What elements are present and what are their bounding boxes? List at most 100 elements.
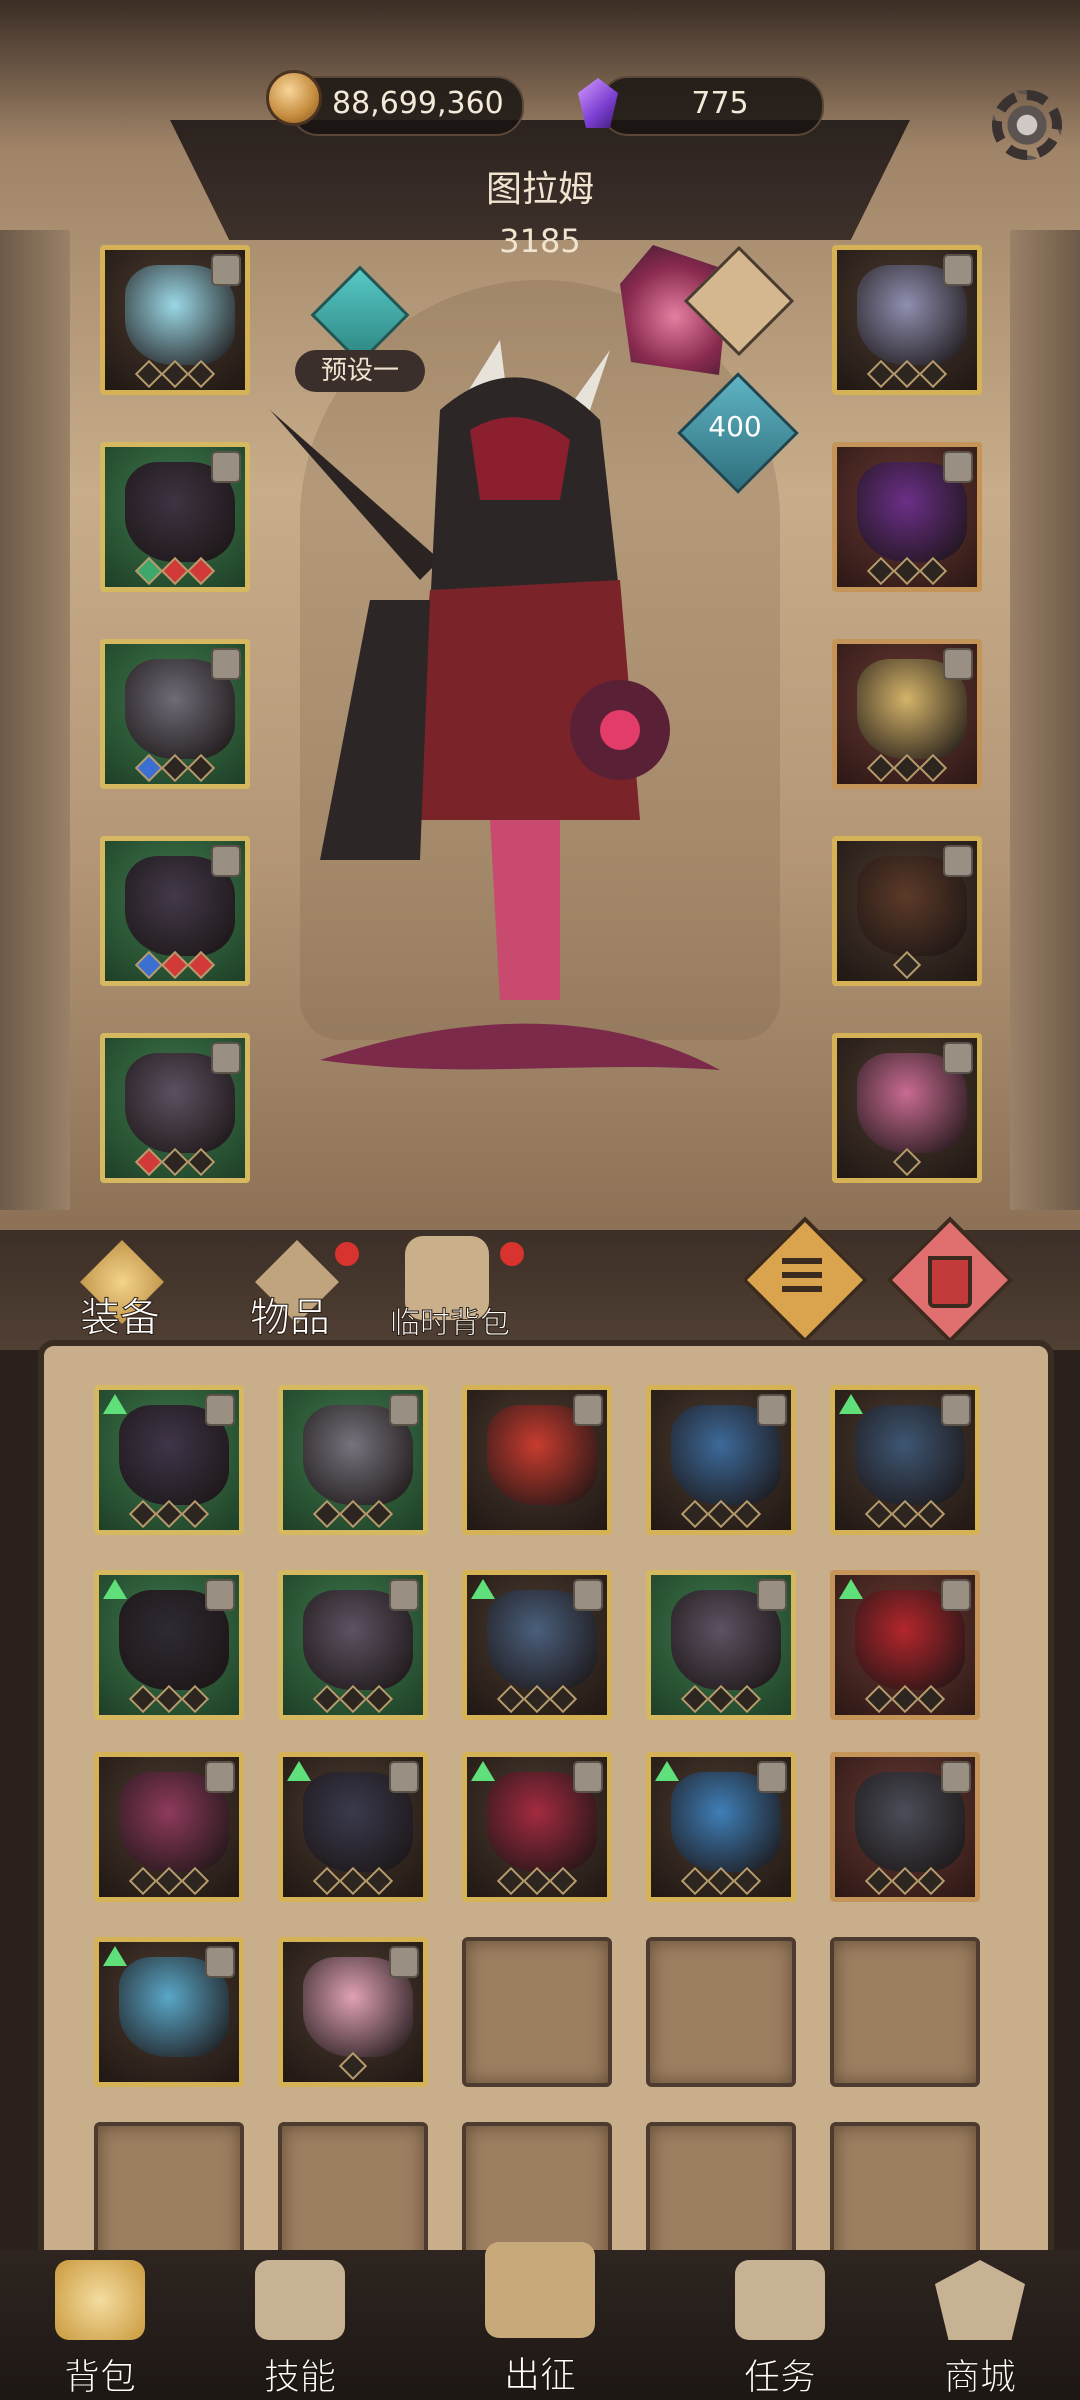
gem-amount: 775 [691,86,749,121]
gem-socket-icon [916,1499,946,1529]
gem-socket-icon [732,1684,762,1714]
gem-sockets [835,1866,975,1896]
gem-sockets [837,1147,977,1177]
tab-equipment[interactable]: 装备 [80,1285,161,1343]
gem-socket-icon [364,1499,394,1529]
gem-socket-icon [864,1684,894,1714]
gem-sockets [651,1866,791,1896]
settings-gear-icon[interactable] [992,90,1062,160]
lock-icon[interactable] [205,1946,235,1978]
gem-socket-icon [548,1684,578,1714]
gem-socket-icon [338,1499,368,1529]
lock-icon[interactable] [943,451,973,483]
gem-sockets [105,1147,245,1177]
lock-icon[interactable] [211,1042,241,1074]
gem-socket-icon [134,753,164,783]
equipment-slot-skirt[interactable] [94,1385,244,1535]
gem-socket-icon [134,950,164,980]
gem-sockets [837,359,977,389]
lock-icon[interactable] [573,1579,603,1611]
equipment-slot-necklace[interactable] [832,245,982,395]
gem-socket-icon [706,1499,736,1529]
lock-icon[interactable] [757,1579,787,1611]
gem-socket-icon [180,1866,210,1896]
lock-icon[interactable] [211,648,241,680]
equipment-slot-cloak[interactable] [278,1752,428,1902]
equipment-slot-boots[interactable] [100,1033,250,1183]
lock-icon[interactable] [211,254,241,286]
tab-temporary-bag[interactable]: 临时背包 [390,1298,511,1342]
equipment-slot-blue-scythe[interactable] [94,1937,244,2087]
equipment-slot-armor[interactable] [100,442,250,592]
lock-icon[interactable] [205,1394,235,1426]
legs [490,820,560,1000]
equipment-slot-cursed-flower[interactable] [832,1033,982,1183]
nav-battle[interactable]: 出征 [460,2232,620,2397]
equipment-slot-steel-boots[interactable] [462,1570,612,1720]
scythe-handle [270,410,440,580]
gem-socket-icon [128,1866,158,1896]
empty-inventory-slot[interactable] [830,1937,980,2087]
equipment-slot-crimson-greaves[interactable] [462,1752,612,1902]
equipment-slot-emblem-armlet[interactable] [832,639,982,789]
equipment-slot-gauntlet[interactable] [100,639,250,789]
lock-icon[interactable] [943,1042,973,1074]
lock-icon[interactable] [211,845,241,877]
nav-backpack[interactable]: 背包 [20,2250,180,2400]
lock-icon[interactable] [205,1579,235,1611]
equipment-slot-frost-gauntlet[interactable] [646,1752,796,1902]
equipment-slot-runic-ring[interactable] [830,1752,980,1902]
lock-icon[interactable] [211,451,241,483]
lock-icon[interactable] [941,1761,971,1793]
nav-skills[interactable]: 技能 [220,2250,380,2400]
gem-socket-icon [918,359,948,389]
lock-icon[interactable] [943,648,973,680]
backpack-icon [55,2260,145,2340]
equipment-slot-steel-boots[interactable] [830,1385,980,1535]
lock-icon[interactable] [389,1579,419,1611]
lock-icon[interactable] [389,1761,419,1793]
gem-socket-icon [160,359,190,389]
lock-icon[interactable] [941,1579,971,1611]
lock-icon[interactable] [573,1761,603,1793]
nav-quests[interactable]: 任务 [700,2250,860,2400]
lock-icon[interactable] [389,1394,419,1426]
gem-socket-icon [134,1147,164,1177]
equipment-slot-crimson-gem-amulet[interactable] [462,1385,612,1535]
tab-items[interactable]: 物品 [250,1285,331,1343]
empty-inventory-slot[interactable] [462,1937,612,2087]
gem-sockets [283,1866,423,1896]
lock-icon[interactable] [573,1394,603,1426]
lock-icon[interactable] [757,1761,787,1793]
gem-socket-icon [892,556,922,586]
lock-icon[interactable] [389,1946,419,1978]
equipment-slot-gauntlet[interactable] [278,1385,428,1535]
gem-socket-icon [892,753,922,783]
equipment-slot-ruby-helm[interactable] [830,1570,980,1720]
lock-icon[interactable] [941,1394,971,1426]
equipment-slot-skirt[interactable] [100,836,250,986]
equipment-slot-helmet[interactable] [100,245,250,395]
gem-socket-icon [522,1866,552,1896]
equipment-slot-dark-hood[interactable] [94,1570,244,1720]
gem-sockets [99,1866,239,1896]
nav-shop[interactable]: 商城 [900,2250,1060,2400]
lock-icon[interactable] [943,845,973,877]
gem-socket-icon [892,1147,922,1177]
gem-socket-icon [186,359,216,389]
equipment-slot-pink-flame-flower[interactable] [278,1937,428,2087]
gem-sockets [105,359,245,389]
equipment-slot-dress[interactable] [94,1752,244,1902]
equipment-slot-bow[interactable] [832,836,982,986]
lock-icon[interactable] [943,254,973,286]
equipment-slot-boots[interactable] [278,1570,428,1720]
gem-sockets [283,1499,423,1529]
gem-sockets [835,1499,975,1529]
lock-icon[interactable] [205,1761,235,1793]
equipment-slot-boots[interactable] [646,1570,796,1720]
lock-icon[interactable] [757,1394,787,1426]
empty-inventory-slot[interactable] [646,1937,796,2087]
equipment-slot-robe[interactable] [646,1385,796,1535]
gem-sockets [105,950,245,980]
equipment-slot-ring[interactable] [832,442,982,592]
